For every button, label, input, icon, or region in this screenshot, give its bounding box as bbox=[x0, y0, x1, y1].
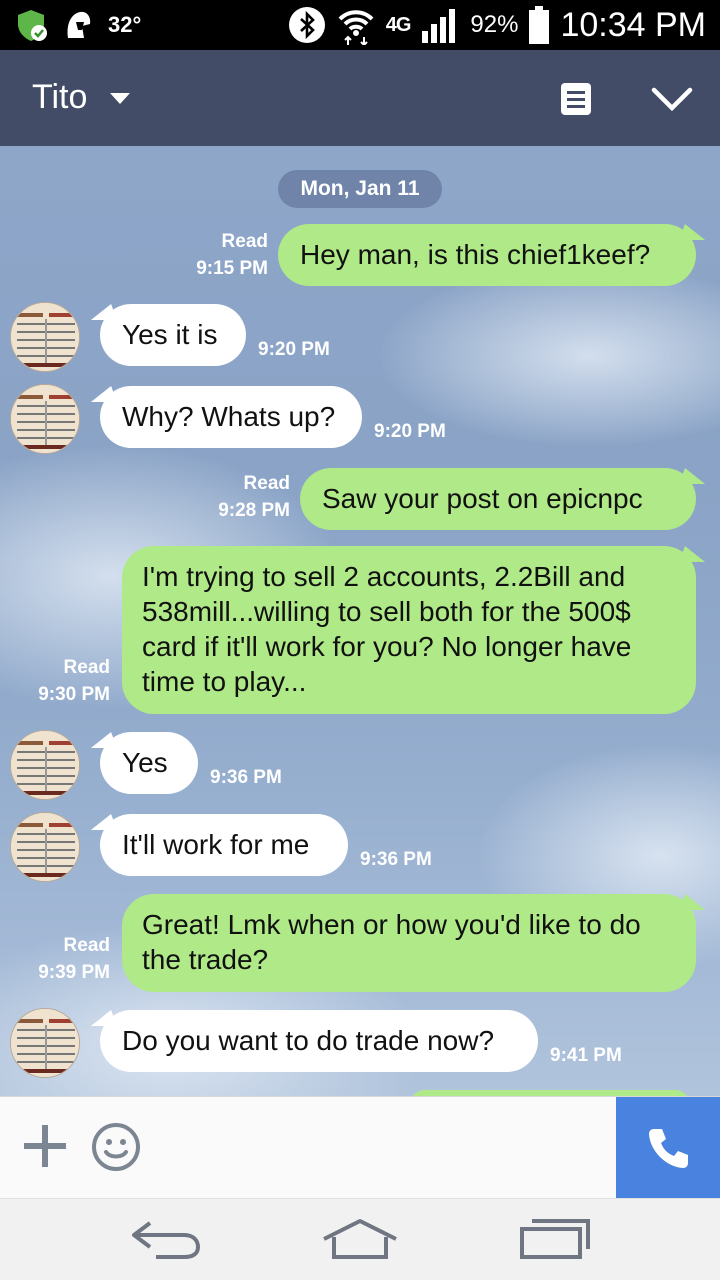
contact-name[interactable]: Tito bbox=[32, 78, 87, 117]
note-icon[interactable] bbox=[560, 82, 592, 116]
home-icon[interactable] bbox=[320, 1217, 400, 1261]
spartan-helmet-icon bbox=[67, 11, 91, 39]
message-meta: Read 9:39 PM bbox=[38, 932, 110, 986]
message-text: Yes it is bbox=[122, 319, 218, 350]
temperature-text: 32° bbox=[108, 12, 142, 37]
message-bubble-incoming[interactable]: Yes it is bbox=[85, 304, 246, 366]
message-input-bar[interactable] bbox=[0, 1096, 720, 1199]
message-time: 9:30 PM bbox=[38, 684, 110, 705]
message-time: 9:28 PM bbox=[218, 500, 290, 521]
emoji-icon[interactable] bbox=[90, 1121, 142, 1173]
read-status: Read bbox=[63, 657, 110, 678]
message-bubble-outgoing[interactable]: Hey man, is this chief1keef? bbox=[278, 224, 711, 286]
message-list[interactable]: Mon, Jan 11 Read 9:15 PM Hey man, is thi… bbox=[0, 146, 720, 1096]
wifi-icon bbox=[338, 10, 374, 45]
avatar[interactable] bbox=[10, 730, 80, 800]
avatar[interactable] bbox=[10, 1008, 80, 1078]
message-time: 9:36 PM bbox=[210, 767, 282, 788]
avatar[interactable] bbox=[10, 302, 80, 372]
message-time: 9:20 PM bbox=[374, 421, 446, 442]
chat-header: Tito bbox=[0, 50, 720, 146]
dropdown-caret-icon[interactable] bbox=[110, 93, 130, 104]
message-bubble-incoming[interactable]: Yes bbox=[85, 732, 198, 794]
avatar[interactable] bbox=[10, 384, 80, 454]
message-meta: Read 9:30 PM bbox=[38, 654, 110, 708]
message-time: 9:15 PM bbox=[196, 258, 268, 279]
message-bubble-outgoing[interactable]: Great! Lmk when or how you'd like to do … bbox=[122, 894, 711, 992]
shield-check-icon bbox=[18, 10, 47, 41]
phone-icon bbox=[649, 1129, 688, 1168]
message-time: 9:20 PM bbox=[258, 339, 330, 360]
recent-apps-icon[interactable] bbox=[518, 1217, 592, 1261]
network-type-text: 4G bbox=[385, 13, 412, 36]
message-time: 9:41 PM bbox=[550, 1045, 622, 1066]
signal-icon bbox=[422, 9, 456, 43]
message-meta: Read 9:28 PM bbox=[218, 470, 290, 524]
message-text: It'll work for me bbox=[122, 829, 310, 860]
message-time: 9:36 PM bbox=[360, 849, 432, 870]
plus-icon[interactable] bbox=[22, 1123, 68, 1169]
message-text: Saw your post on epicnpc bbox=[322, 483, 643, 514]
message-text: I'm trying to sell 2 accounts, 2.2Bill a… bbox=[142, 561, 632, 697]
read-status: Read bbox=[221, 231, 268, 252]
system-nav-bar bbox=[0, 1198, 720, 1280]
message-time: 9:39 PM bbox=[38, 962, 110, 983]
battery-percent-text: 92% bbox=[470, 11, 519, 38]
battery-icon bbox=[529, 6, 550, 44]
message-bubble-incoming[interactable]: Do you want to do trade now? bbox=[85, 1010, 538, 1072]
clock-text: 10:34 PM bbox=[560, 5, 706, 44]
message-bubble-outgoing[interactable]: Saw your post on epicnpc bbox=[300, 468, 711, 530]
bluetooth-icon bbox=[288, 7, 325, 43]
date-separator: Mon, Jan 11 bbox=[278, 170, 442, 208]
back-icon[interactable] bbox=[128, 1217, 204, 1261]
message-bubble-outgoing[interactable]: I'm trying to sell 2 accounts, 2.2Bill a… bbox=[122, 546, 711, 714]
status-bar: 32° 4G 92% 10:34 PM bbox=[0, 0, 720, 50]
message-text: Why? Whats up? bbox=[122, 401, 336, 432]
read-status: Read bbox=[243, 473, 290, 494]
message-bubble-incoming[interactable]: It'll work for me bbox=[85, 814, 348, 876]
call-button[interactable] bbox=[616, 1097, 720, 1199]
read-status: Read bbox=[63, 935, 110, 956]
chevron-down-icon[interactable] bbox=[650, 84, 694, 114]
message-meta: Read 9:15 PM bbox=[196, 228, 268, 282]
avatar[interactable] bbox=[10, 812, 80, 882]
message-bubble-incoming[interactable]: Why? Whats up? bbox=[85, 386, 362, 448]
message-text: Do you want to do trade now? bbox=[122, 1025, 495, 1056]
message-text: Yes bbox=[122, 747, 168, 778]
message-text: Hey man, is this chief1keef? bbox=[300, 239, 651, 270]
message-text: Great! Lmk when or how you'd like to do … bbox=[142, 909, 641, 975]
